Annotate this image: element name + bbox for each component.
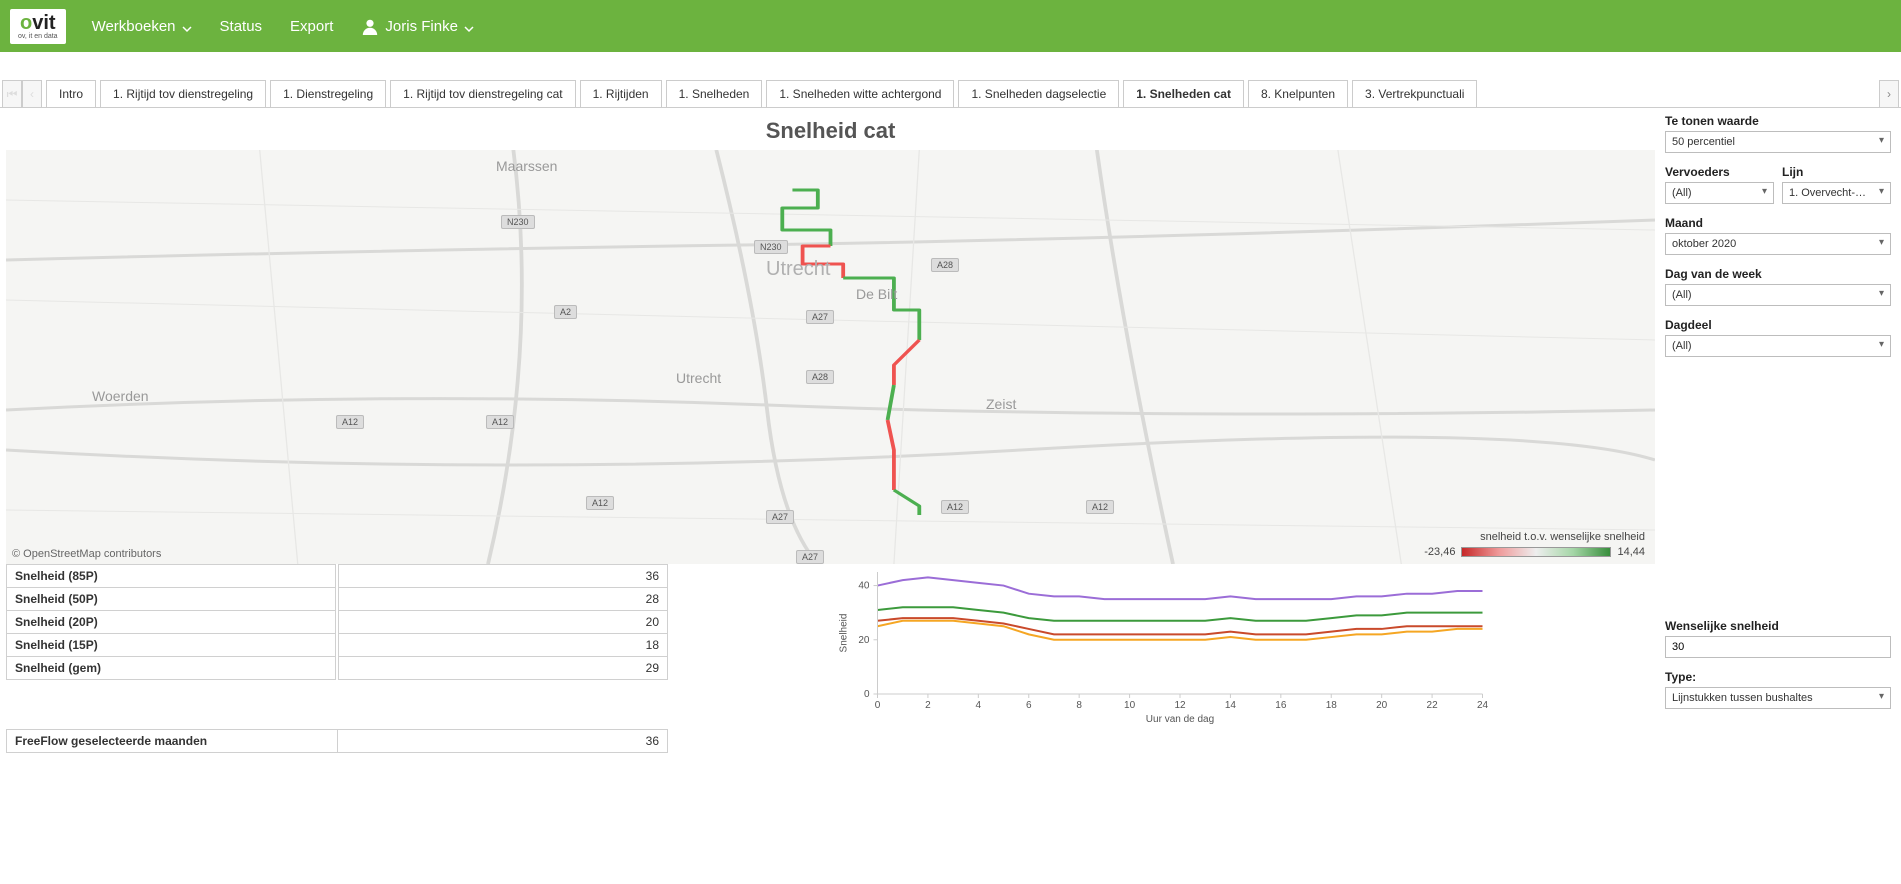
svg-text:4: 4 <box>976 700 982 711</box>
road-badge: A27 <box>806 310 834 324</box>
tab-1-snelheden-witte-achtergond[interactable]: 1. Snelheden witte achtergond <box>766 80 954 107</box>
chevron-down-icon <box>182 21 192 31</box>
tab-1-rijtijd-tov-dienstregeling[interactable]: 1. Rijtijd tov dienstregeling <box>100 80 266 107</box>
road-badge: A12 <box>941 500 969 514</box>
stats-table-keys: Snelheid (85P)Snelheid (50P)Snelheid (20… <box>6 564 336 727</box>
stat-label: Snelheid (50P) <box>7 588 336 611</box>
tab-1-snelheden[interactable]: 1. Snelheden <box>666 80 763 107</box>
input-wenselijke[interactable] <box>1665 636 1891 658</box>
nav-user[interactable]: Joris Finke <box>361 17 474 35</box>
logo[interactable]: ovit ov, it en data <box>10 9 66 44</box>
nav-export[interactable]: Export <box>290 18 333 35</box>
svg-text:20: 20 <box>1376 700 1388 711</box>
legend-gradient <box>1461 547 1611 557</box>
svg-text:24: 24 <box>1477 700 1489 711</box>
svg-text:Snelheid: Snelheid <box>839 614 850 653</box>
tab-scroll-prev[interactable]: ‹ <box>22 80 42 107</box>
svg-text:40: 40 <box>858 581 870 592</box>
road-badge: A12 <box>486 415 514 429</box>
tab-3-vertrekpunctuali[interactable]: 3. Vertrekpunctuali <box>1352 80 1477 107</box>
user-icon <box>361 17 379 35</box>
road-badge: A28 <box>931 258 959 272</box>
road-badge: A27 <box>796 550 824 564</box>
tab-1-rijtijden[interactable]: 1. Rijtijden <box>580 80 662 107</box>
filter-label-dag: Dag van de week <box>1665 267 1891 281</box>
nav-status[interactable]: Status <box>220 18 263 35</box>
tab-intro[interactable]: Intro <box>46 80 96 107</box>
road-badge: A28 <box>806 370 834 384</box>
svg-text:10: 10 <box>1124 700 1136 711</box>
road-badge: A12 <box>586 496 614 510</box>
stat-label: Snelheid (85P) <box>7 565 336 588</box>
svg-text:2: 2 <box>925 700 931 711</box>
hour-chart[interactable]: 02040024681012141618202224SnelheidUur va… <box>670 564 1655 727</box>
freeflow-label: FreeFlow geselecteerde maanden <box>7 730 338 753</box>
road-badge: N230 <box>501 215 535 229</box>
bottom-panels: Snelheid (85P)Snelheid (50P)Snelheid (20… <box>6 564 1655 753</box>
stat-value: 29 <box>339 657 668 680</box>
stat-value: 18 <box>339 634 668 657</box>
filter-label-type: Type: <box>1665 670 1891 684</box>
stat-value: 36 <box>339 565 668 588</box>
svg-text:Uur van de dag: Uur van de dag <box>1146 714 1214 724</box>
select-dagdeel[interactable]: (All) <box>1665 335 1891 357</box>
filter-label-te-tonen: Te tonen waarde <box>1665 114 1891 128</box>
svg-text:12: 12 <box>1174 700 1186 711</box>
svg-text:18: 18 <box>1326 700 1338 711</box>
top-navbar: ovit ov, it en data Werkboeken Status Ex… <box>0 0 1901 52</box>
tab-8-knelpunten[interactable]: 8. Knelpunten <box>1248 80 1348 107</box>
page-title: Snelheid cat <box>6 118 1655 144</box>
stat-value: 20 <box>339 611 668 634</box>
filter-label-wenselijke: Wenselijke snelheid <box>1665 619 1891 633</box>
stat-label: Snelheid (15P) <box>7 634 336 657</box>
map-attribution: © OpenStreetMap contributors <box>12 548 161 560</box>
select-te-tonen[interactable]: 50 percentiel <box>1665 131 1891 153</box>
svg-text:22: 22 <box>1427 700 1439 711</box>
sheet-tabs: ⏮ ‹ Intro1. Rijtijd tov dienstregeling1.… <box>0 80 1901 108</box>
nav-werkboeken[interactable]: Werkboeken <box>92 18 192 35</box>
svg-text:14: 14 <box>1225 700 1237 711</box>
select-dag[interactable]: (All) <box>1665 284 1891 306</box>
road-badge: A27 <box>766 510 794 524</box>
svg-text:16: 16 <box>1275 700 1287 711</box>
road-badge: N230 <box>754 240 788 254</box>
tab-scroll-next[interactable]: › <box>1879 80 1899 107</box>
road-badge: A12 <box>336 415 364 429</box>
tab-1-snelheden-cat[interactable]: 1. Snelheden cat <box>1123 80 1244 107</box>
filter-label-dagdeel: Dagdeel <box>1665 318 1891 332</box>
map-viz[interactable]: Maarssen Utrecht De Bilt Zeist Woerden U… <box>6 150 1655 564</box>
select-vervoeders[interactable]: (All) <box>1665 182 1774 204</box>
tab-1-snelheden-dagselectie[interactable]: 1. Snelheden dagselectie <box>958 80 1119 107</box>
svg-text:20: 20 <box>858 635 870 646</box>
select-type[interactable]: Lijnstukken tussen bushaltes <box>1665 687 1891 709</box>
tab-1-rijtijd-tov-dienstregeling-cat[interactable]: 1. Rijtijd tov dienstregeling cat <box>390 80 575 107</box>
filter-label-vervoeders: Vervoeders <box>1665 165 1774 179</box>
map-legend: snelheid t.o.v. wenselijke snelheid -23,… <box>1424 531 1645 558</box>
tab-1-dienstregeling[interactable]: 1. Dienstregeling <box>270 80 386 107</box>
svg-text:0: 0 <box>875 700 881 711</box>
filter-label-lijn: Lijn <box>1782 165 1891 179</box>
stat-label: Snelheid (gem) <box>7 657 336 680</box>
svg-text:6: 6 <box>1026 700 1032 711</box>
logo-subtitle: ov, it en data <box>18 33 58 40</box>
road-badge: A2 <box>554 305 577 319</box>
road-badge: A12 <box>1086 500 1114 514</box>
svg-text:0: 0 <box>864 689 870 700</box>
svg-text:8: 8 <box>1076 700 1082 711</box>
select-lijn[interactable]: 1. Overvecht-… <box>1782 182 1891 204</box>
filter-panel: Te tonen waarde 50 percentiel Vervoeders… <box>1665 114 1895 763</box>
stats-table-vals: 3628201829 <box>338 564 668 727</box>
chevron-down-icon <box>464 21 474 31</box>
freeflow-value: 36 <box>337 730 668 753</box>
filter-label-maand: Maand <box>1665 216 1891 230</box>
freeflow-row: FreeFlow geselecteerde maanden 36 <box>6 729 668 753</box>
select-maand[interactable]: oktober 2020 <box>1665 233 1891 255</box>
tab-scroll-first[interactable]: ⏮ <box>2 80 22 107</box>
stat-label: Snelheid (20P) <box>7 611 336 634</box>
stat-value: 28 <box>339 588 668 611</box>
